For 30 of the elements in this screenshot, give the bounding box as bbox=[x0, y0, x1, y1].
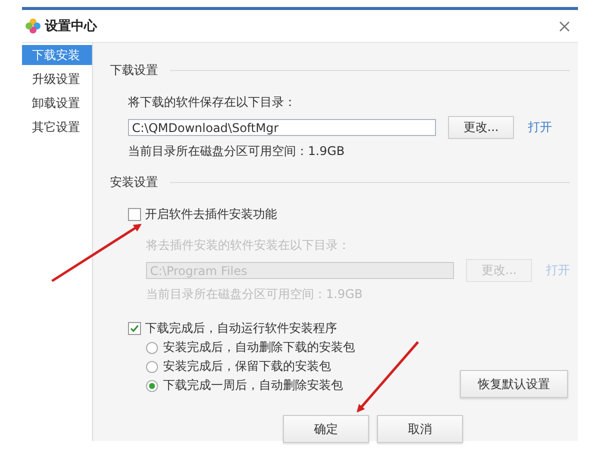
sidebar-item[interactable]: 升级设置 bbox=[22, 69, 92, 89]
radio-button[interactable] bbox=[146, 342, 158, 354]
dialog-button[interactable]: 确定 bbox=[283, 415, 369, 443]
sidebar-item[interactable]: 卸载设置 bbox=[22, 93, 92, 113]
section-heading: 安装设置 bbox=[110, 174, 158, 190]
sidebar-item[interactable]: 下载安装 bbox=[22, 45, 92, 65]
annotation-arrow bbox=[356, 341, 419, 412]
change-button[interactable]: 更改... bbox=[448, 116, 514, 139]
sidebar-item[interactable]: 其它设置 bbox=[22, 117, 92, 137]
checkbox-label: 开启软件去插件安装功能 bbox=[145, 206, 277, 222]
radio-button[interactable] bbox=[146, 380, 158, 392]
checkbox[interactable] bbox=[128, 208, 141, 220]
path-field[interactable]: C:\QMDownload\SoftMgr bbox=[128, 119, 436, 136]
window-title: 设置中心 bbox=[45, 18, 97, 35]
dialog-button[interactable]: 取消 bbox=[377, 415, 463, 443]
free-space-text: 当前目录所在磁盘分区可用空间：1.9GB bbox=[128, 143, 346, 159]
checkbox[interactable] bbox=[128, 322, 141, 334]
app-logo-icon bbox=[25, 18, 41, 34]
directory-label: 将去插件安装的软件安装在以下目录： bbox=[146, 237, 351, 253]
radio-label: 安装完成后，保留下载的安装包 bbox=[163, 358, 331, 375]
section-heading: 下载设置 bbox=[110, 62, 158, 78]
close-icon[interactable] bbox=[559, 20, 570, 32]
open-link[interactable]: 打开 bbox=[528, 119, 552, 136]
directory-label: 将下载的软件保存在以下目录： bbox=[128, 94, 297, 110]
radio-button[interactable] bbox=[146, 360, 158, 372]
checkbox-label: 下载完成后，自动运行软件安装程序 bbox=[145, 320, 337, 336]
radio-label: 下载完成一周后，自动删除安装包 bbox=[163, 377, 343, 394]
radio-label: 安装完成后，自动删除下载的安装包 bbox=[163, 339, 355, 356]
restore-defaults-button[interactable]: 恢复默认设置 bbox=[460, 370, 568, 398]
free-space-text: 当前目录所在磁盘分区可用空间：1.9GB bbox=[146, 286, 364, 302]
